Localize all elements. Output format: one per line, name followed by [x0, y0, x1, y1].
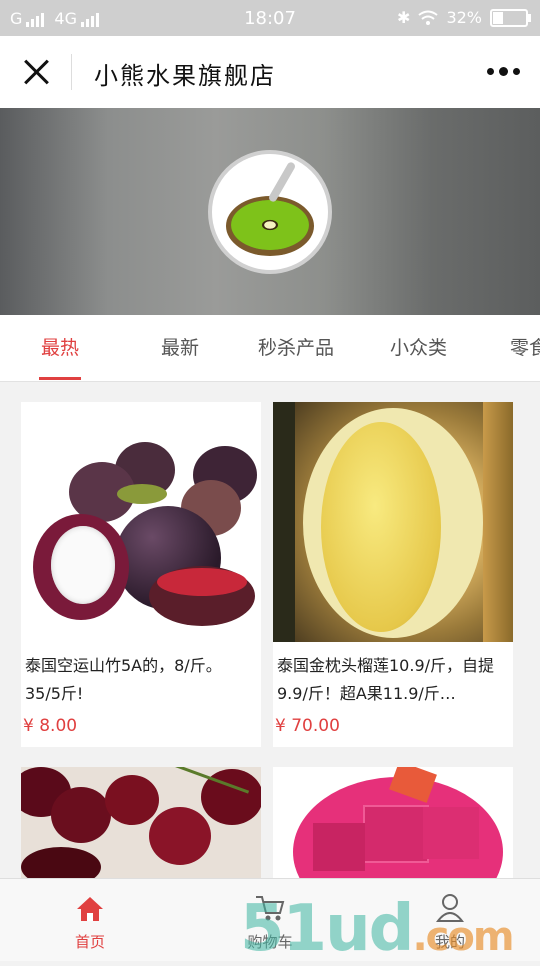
- wifi-icon: [418, 10, 439, 25]
- product-card[interactable]: 泰国空运山竹5A的，8/斤。35/5斤! ¥ 8.00: [21, 402, 261, 747]
- nav-home[interactable]: 首页: [0, 879, 180, 961]
- app-header: 小熊水果旗舰店: [0, 36, 540, 109]
- tab-niche[interactable]: 小众类: [390, 333, 447, 360]
- product-image-cherries: [21, 767, 261, 878]
- more-options-icon[interactable]: [487, 67, 520, 76]
- product-card[interactable]: [273, 767, 513, 878]
- bluetooth-icon: ✱: [397, 8, 411, 27]
- kiwi-image: [226, 196, 314, 256]
- product-name: 泰国空运山竹5A的，8/斤。35/5斤!: [25, 656, 222, 703]
- product-price: ¥ 70.00: [275, 716, 340, 736]
- tab-hottest[interactable]: 最热: [41, 333, 79, 360]
- store-logo: [208, 150, 332, 274]
- category-tabs: 最热 最新 秒杀产品 小众类 零食: [0, 315, 540, 382]
- product-card[interactable]: [21, 767, 261, 878]
- battery-icon: [490, 8, 531, 27]
- header-divider: [71, 54, 72, 90]
- product-price: ¥ 8.00: [23, 716, 78, 736]
- close-icon[interactable]: [20, 56, 52, 88]
- product-image-mangosteen: [21, 402, 261, 642]
- product-image-durian: [273, 402, 513, 642]
- active-tab-indicator: [39, 377, 81, 380]
- page-title: 小熊水果旗舰店: [94, 62, 276, 90]
- tab-newest[interactable]: 最新: [161, 333, 199, 360]
- watermark-logo: 51ud.com: [240, 892, 515, 966]
- watermark-main: 51ud: [240, 892, 414, 966]
- tab-snacks[interactable]: 零食: [510, 333, 540, 360]
- nav-label: 首页: [74, 933, 105, 951]
- status-bar: G 4G 18:07 ✱ 32%: [0, 0, 540, 36]
- battery-label: 32%: [446, 8, 482, 27]
- product-image-dragon-fruit: [273, 767, 513, 878]
- home-icon: [77, 897, 103, 921]
- watermark-suffix: .com: [412, 914, 514, 960]
- tab-flash-sale[interactable]: 秒杀产品: [258, 333, 334, 360]
- product-card[interactable]: 泰国金枕头榴莲10.9/斤，自提9.9/斤！超A果11.9/斤… ¥ 70.00: [273, 402, 513, 747]
- product-name: 泰国金枕头榴莲10.9/斤，自提9.9/斤！超A果11.9/斤…: [277, 656, 495, 703]
